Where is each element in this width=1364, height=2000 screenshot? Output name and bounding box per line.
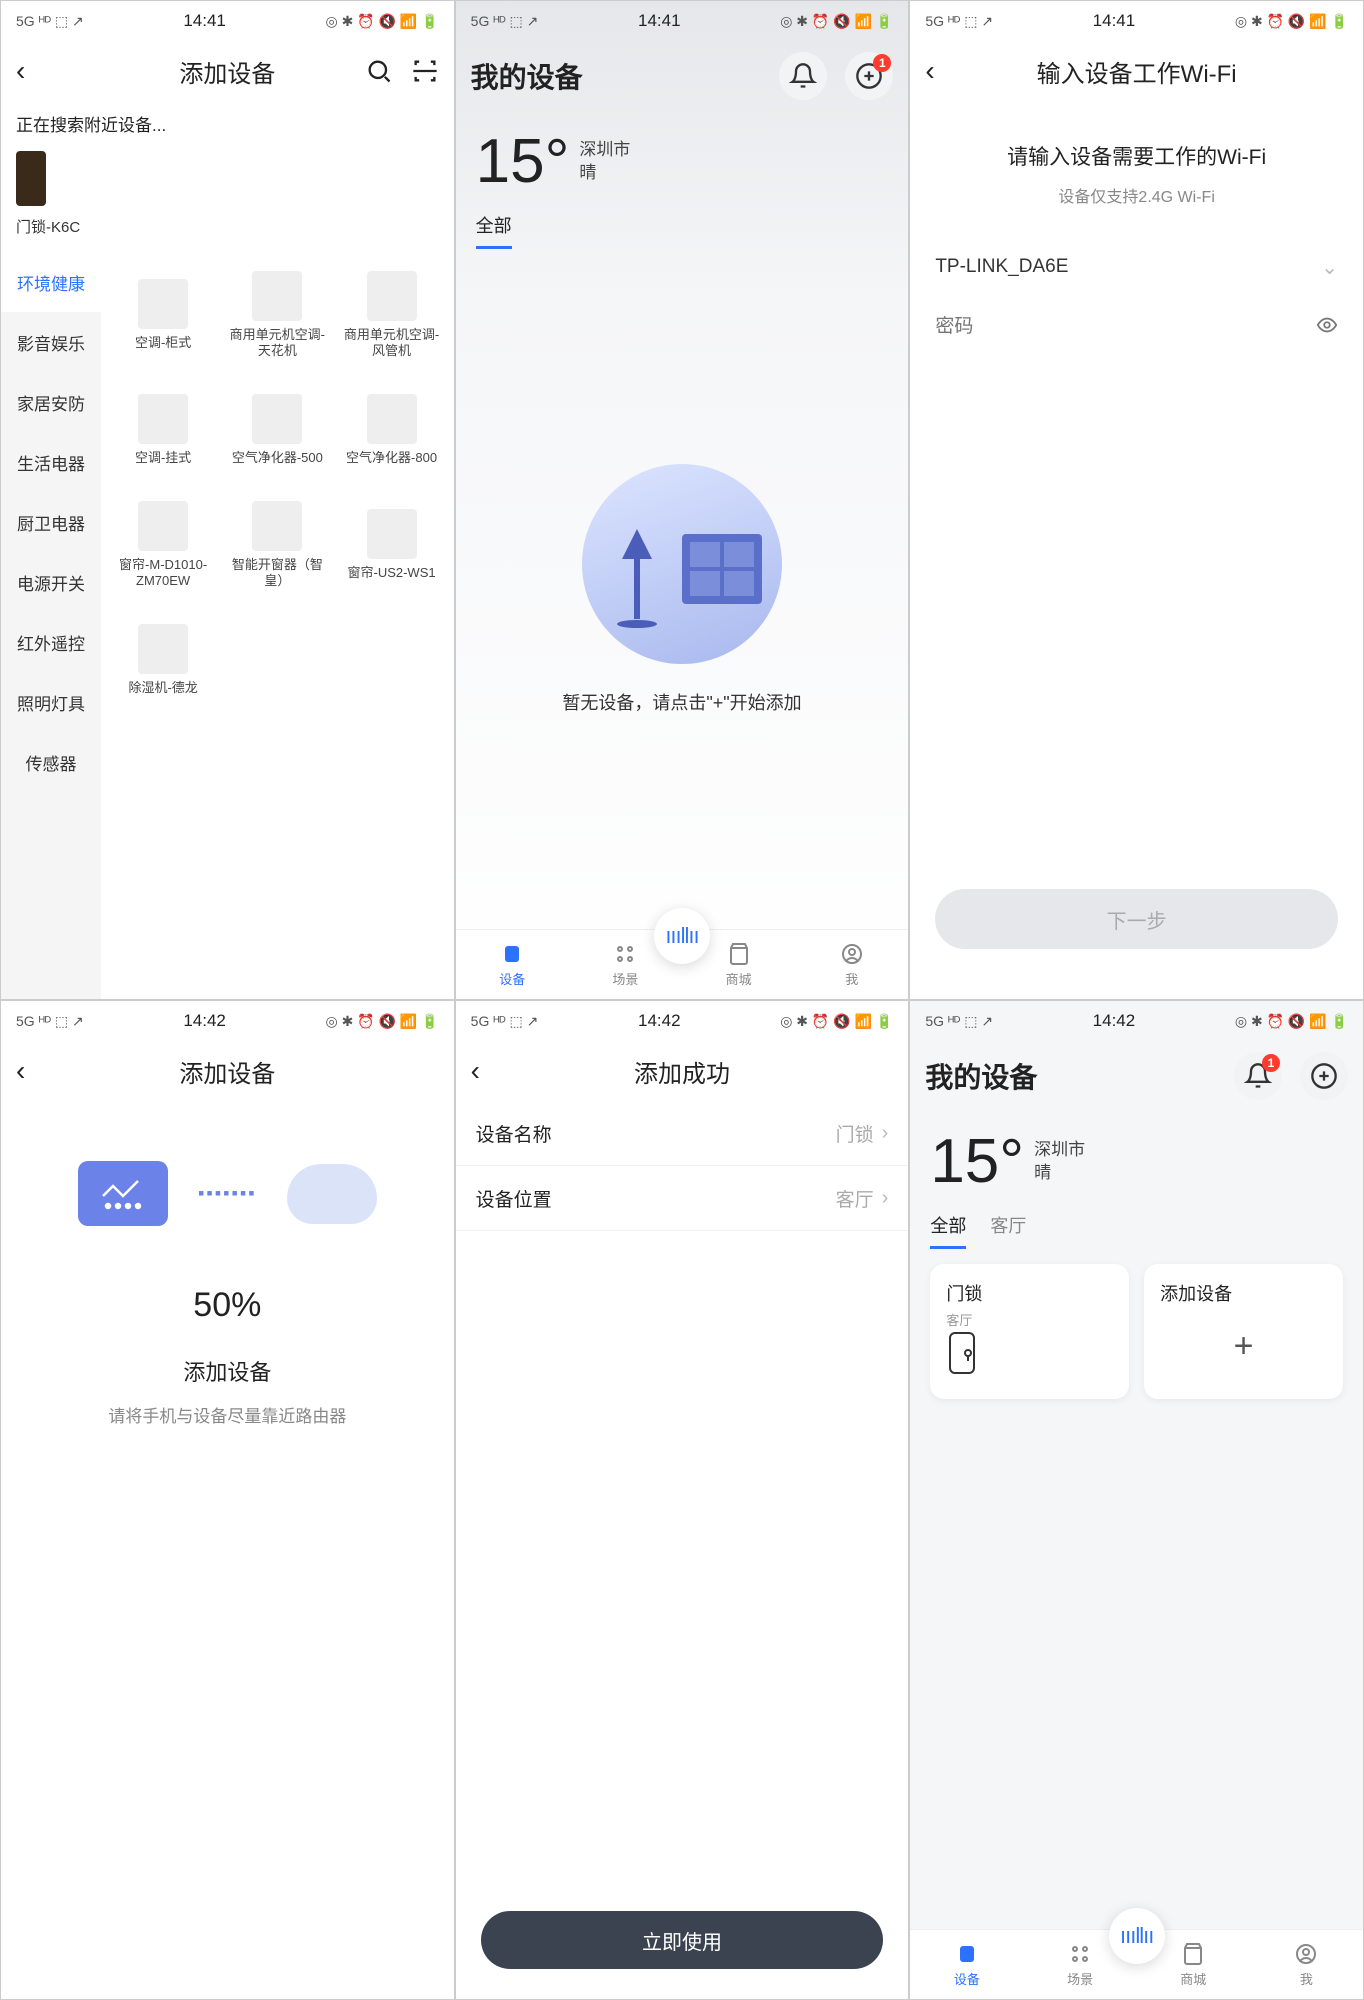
category-item[interactable]: 家居安防 (1, 372, 101, 432)
search-icon[interactable] (365, 57, 393, 85)
page-title: 添加设备 (1, 1054, 454, 1089)
voice-button[interactable]: ıııllıı (654, 908, 710, 964)
bottom-nav: ıııllıı 设备 场景 商城 我 (456, 929, 909, 999)
panel-add-device-catalog: 5Gᴴᴰ ⬚ ↗ 14:41 ◎ ✱ ⏰ 🔇 📶 🔋 ‹ 添加设备 正在搜索附近… (0, 0, 455, 1000)
lock-icon (946, 1331, 1113, 1383)
status-bar: 5Gᴴᴰ ⬚ ↗ 14:42 ◎ ✱ ⏰ 🔇 📶 🔋 (456, 1001, 909, 1041)
device-cell[interactable]: 空调-柜式 (106, 257, 220, 372)
weather-widget[interactable]: 15° 深圳市晴 (910, 1111, 1363, 1212)
panel-my-devices-empty: 5Gᴴᴰ ⬚ ↗ 14:41 ◎ ✱ ⏰ 🔇 📶 🔋 我的设备 1 15° 深圳… (455, 0, 910, 1000)
found-device[interactable] (16, 151, 56, 211)
category-item[interactable]: 生活电器 (1, 432, 101, 492)
nav-devices[interactable]: 设备 (910, 1930, 1023, 1999)
device-cell[interactable]: 智能开窗器（智皇） (220, 487, 334, 602)
category-item[interactable]: 电源开关 (1, 552, 101, 612)
category-item[interactable]: 照明灯具 (1, 672, 101, 732)
status-bar: 5Gᴴᴰ ⬚ ↗ 14:41 ◎ ✱ ⏰ 🔇 📶 🔋 (1, 1, 454, 41)
status-bar: 5Gᴴᴰ ⬚ ↗ 14:41 ◎ ✱ ⏰ 🔇 📶 🔋 (910, 1, 1363, 41)
page-title: 添加成功 (456, 1054, 909, 1089)
progress-tip: 请将手机与设备尽量靠近路由器 (31, 1402, 424, 1427)
nav-me[interactable]: 我 (795, 930, 908, 999)
category-item[interactable]: 红外遥控 (1, 612, 101, 672)
progress-status: 添加设备 (31, 1355, 424, 1387)
notification-button[interactable] (779, 52, 827, 100)
use-now-button[interactable]: 立即使用 (481, 1911, 884, 1969)
back-button[interactable]: ‹ (16, 1055, 46, 1087)
device-cell[interactable]: 除湿机-德龙 (106, 602, 220, 717)
device-icon (78, 1161, 168, 1226)
nav-devices[interactable]: 设备 (456, 930, 569, 999)
chevron-down-icon: ⌄ (1321, 255, 1338, 280)
empty-illustration (582, 464, 782, 664)
tab-all[interactable]: 全部 (930, 1212, 966, 1249)
wifi-hint: 设备仅支持2.4G Wi-Fi (930, 183, 1343, 207)
add-button[interactable]: 1 (845, 52, 893, 100)
add-button[interactable] (1300, 1052, 1348, 1100)
wifi-ssid-row[interactable]: TP-LINK_DA6E ⌄ (935, 237, 1338, 297)
empty-text: 暂无设备，请点击"+"开始添加 (562, 689, 801, 715)
device-cell[interactable]: 空气净化器-800 (334, 372, 448, 487)
device-cell[interactable]: 空调-挂式 (106, 372, 220, 487)
page-title: 我的设备 (471, 56, 583, 96)
device-cell[interactable]: 窗帘-M-D1010-ZM70EW (106, 487, 220, 602)
add-device-card[interactable]: 添加设备 + (1144, 1264, 1343, 1399)
badge: 1 (873, 54, 891, 72)
panel-wifi-input: 5Gᴴᴰ ⬚ ↗ 14:41 ◎ ✱ ⏰ 🔇 📶 🔋 ‹ 输入设备工作Wi-Fi… (909, 0, 1364, 1000)
plus-icon: + (1234, 1327, 1254, 1366)
bottom-nav: ıııllıı 设备 场景 商城 我 (910, 1929, 1363, 1999)
device-cell[interactable]: 商用单元机空调-风管机 (334, 257, 448, 372)
progress-percent: 50% (31, 1286, 424, 1325)
cloud-icon (287, 1164, 377, 1224)
eye-icon[interactable] (1316, 314, 1338, 341)
scan-icon[interactable] (411, 57, 439, 85)
status-bar: 5Gᴴᴰ ⬚ ↗ 14:41 ◎ ✱ ⏰ 🔇 📶 🔋 (456, 1, 909, 41)
searching-text: 正在搜索附近设备... (1, 101, 454, 146)
status-bar: 5Gᴴᴰ ⬚ ↗ 14:42 ◎ ✱ ⏰ 🔇 📶 🔋 (1, 1001, 454, 1041)
category-item[interactable]: 传感器 (1, 732, 101, 792)
wifi-prompt-title: 请输入设备需要工作的Wi-Fi (930, 141, 1343, 171)
device-name-row[interactable]: 设备名称 门锁 › (456, 1101, 909, 1166)
back-button[interactable]: ‹ (16, 55, 46, 87)
notification-button[interactable]: 1 (1234, 1052, 1282, 1100)
badge: 1 (1262, 1054, 1280, 1072)
category-item[interactable]: 环境健康 (1, 252, 101, 312)
device-grid: 空调-柜式 商用单元机空调-天花机 商用单元机空调-风管机 空调-挂式 空气净化… (101, 252, 454, 999)
wifi-password-input[interactable] (935, 316, 1316, 338)
panel-connecting: 5Gᴴᴰ ⬚ ↗ 14:42 ◎ ✱ ⏰ 🔇 📶 🔋 ‹ 添加设备 ▪▪▪▪▪▪… (0, 1000, 455, 2000)
tab-all[interactable]: 全部 (476, 212, 512, 249)
page-title: 我的设备 (925, 1056, 1037, 1096)
panel-my-devices-list: 5Gᴴᴰ ⬚ ↗ 14:42 ◎ ✱ ⏰ 🔇 📶 🔋 我的设备 1 15° 深圳… (909, 1000, 1364, 2000)
next-button[interactable]: 下一步 (935, 889, 1338, 949)
chevron-right-icon: › (882, 1187, 889, 1210)
device-cell[interactable]: 空气净化器-500 (220, 372, 334, 487)
nav-me[interactable]: 我 (1250, 1930, 1363, 1999)
device-cell[interactable]: 商用单元机空调-天花机 (220, 257, 334, 372)
page-title: 输入设备工作Wi-Fi (910, 54, 1363, 89)
connecting-graphic: ▪▪▪▪▪▪▪ (1, 1101, 454, 1256)
back-button[interactable]: ‹ (471, 1055, 501, 1087)
device-cell[interactable]: 窗帘-US2-WS1 (334, 487, 448, 602)
category-list: 环境健康影音娱乐家居安防生活电器厨卫电器电源开关红外遥控照明灯具传感器 (1, 252, 101, 999)
status-bar: 5Gᴴᴰ ⬚ ↗ 14:42 ◎ ✱ ⏰ 🔇 📶 🔋 (910, 1001, 1363, 1041)
chevron-right-icon: › (882, 1122, 889, 1145)
category-item[interactable]: 厨卫电器 (1, 492, 101, 552)
panel-add-success: 5Gᴴᴰ ⬚ ↗ 14:42 ◎ ✱ ⏰ 🔇 📶 🔋 ‹ 添加成功 设备名称 门… (455, 1000, 910, 2000)
voice-button[interactable]: ıııllıı (1109, 1908, 1165, 1964)
tab-room[interactable]: 客厅 (990, 1212, 1026, 1249)
weather-widget[interactable]: 15° 深圳市晴 (456, 111, 909, 212)
device-card-lock[interactable]: 门锁 客厅 (930, 1264, 1129, 1399)
back-button[interactable]: ‹ (925, 55, 955, 87)
device-location-row[interactable]: 设备位置 客厅 › (456, 1166, 909, 1231)
category-item[interactable]: 影音娱乐 (1, 312, 101, 372)
